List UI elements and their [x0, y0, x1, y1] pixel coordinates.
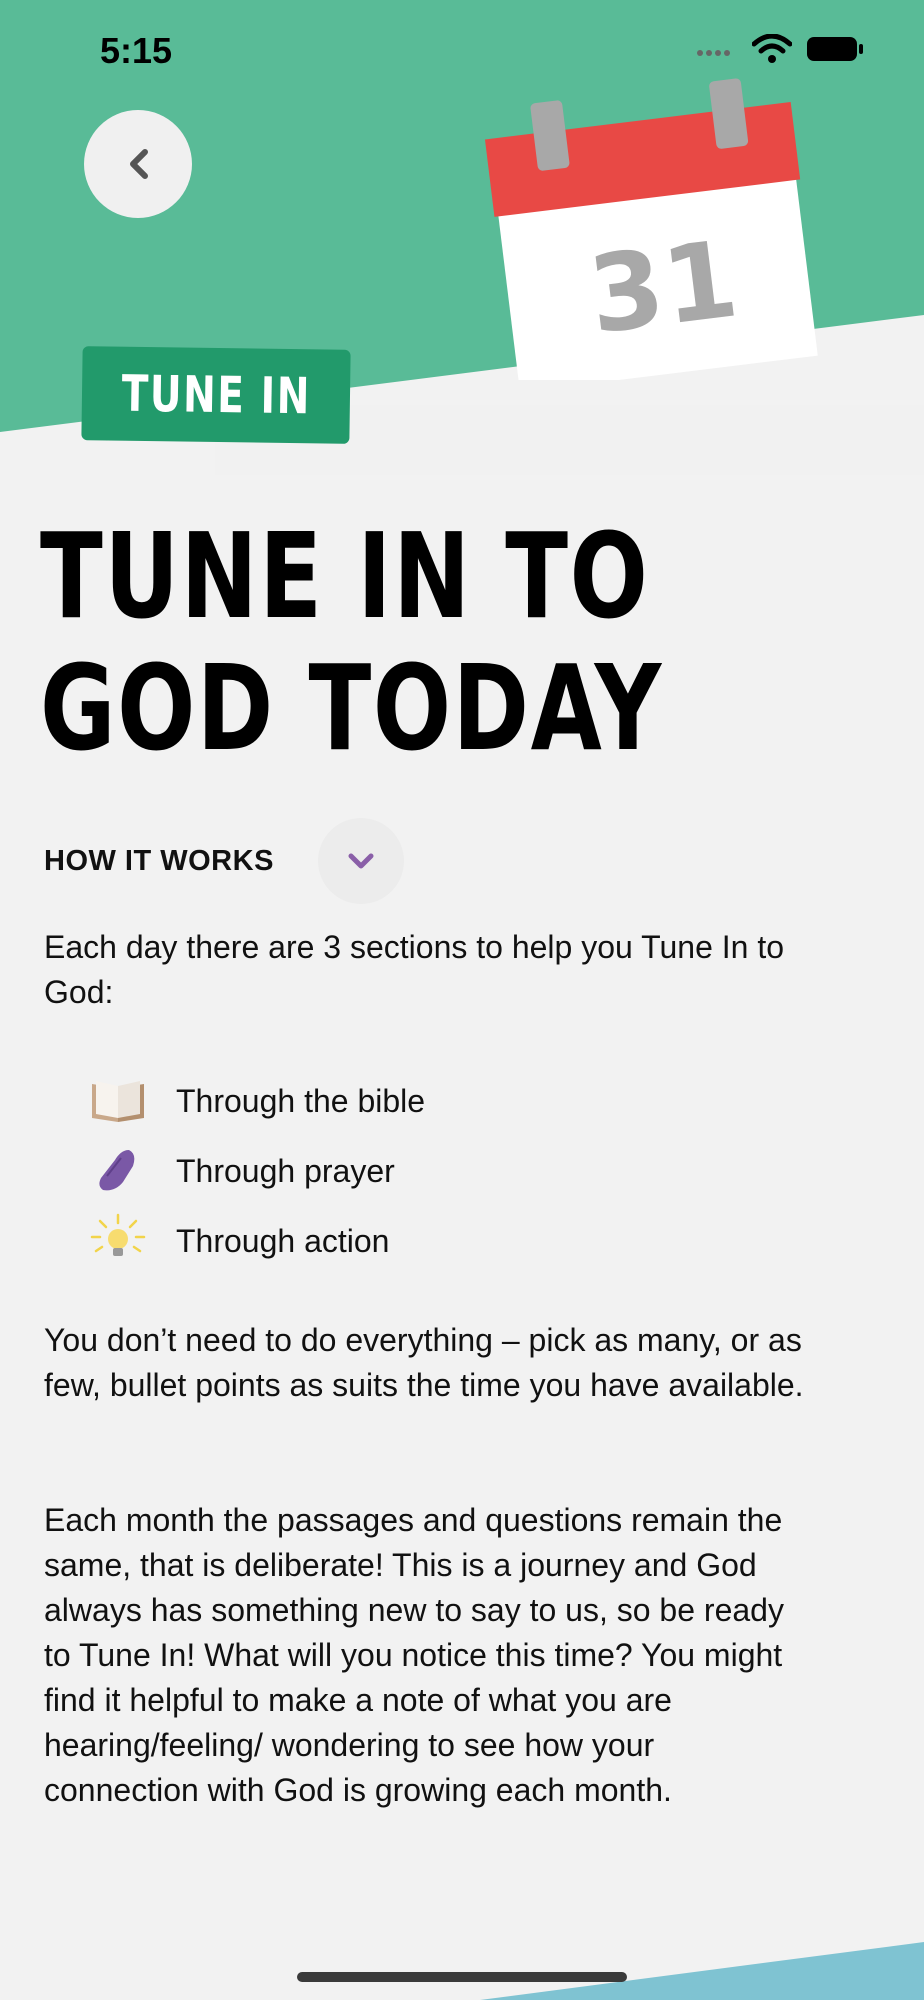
section-label-action: Through action [176, 1222, 390, 1259]
title-line-1: TUNE IN TO [40, 507, 650, 645]
how-it-works-row: HOW IT WORKS [44, 818, 404, 904]
tune-in-tag: TUNE IN [81, 346, 351, 444]
expand-button[interactable] [317, 818, 404, 904]
paragraph-1: You don’t need to do everything – pick a… [44, 1322, 804, 1403]
praying-hands-icon [86, 1143, 150, 1199]
section-label-bible: Through the bible [176, 1082, 426, 1119]
list-item: Through the bible [86, 1066, 425, 1136]
section-label-prayer: Through prayer [176, 1152, 395, 1189]
lightbulb-icon [86, 1213, 150, 1269]
title-line-2: GOD TODAY [40, 639, 663, 777]
calendar-day: 31 [583, 217, 744, 357]
chevron-down-icon [348, 853, 374, 869]
footer-background [480, 1942, 924, 2000]
home-indicator [297, 1972, 627, 1982]
book-icon [86, 1073, 150, 1129]
paragraph-2: Each month the passages and questions re… [44, 1502, 784, 1808]
sections-list: Through the bible Through prayer Through… [86, 1066, 425, 1276]
back-button[interactable] [84, 110, 192, 218]
intro-text: Each day there are 3 sections to help yo… [44, 929, 785, 1010]
calendar-illustration: 31 [484, 78, 818, 380]
list-item: Through action [86, 1206, 425, 1276]
chevron-left-icon [130, 149, 148, 179]
status-time: 5:15 [100, 30, 173, 71]
tag-label: TUNE IN [120, 364, 311, 426]
how-it-works-label: HOW IT WORKS [44, 844, 274, 877]
page-title: TUNE IN TO GOD TODAY [40, 510, 664, 774]
list-item: Through prayer [86, 1136, 425, 1206]
